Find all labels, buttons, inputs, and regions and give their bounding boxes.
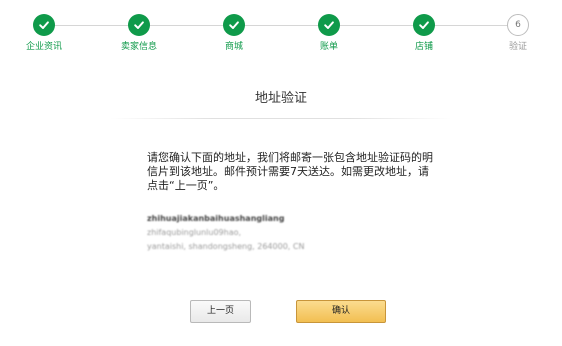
checkmark-icon — [229, 21, 239, 29]
address-line-name: zhihuajiakanbaihuashangliang — [147, 214, 285, 223]
previous-page-button[interactable]: 上一页 — [190, 300, 251, 323]
step-done-circle — [223, 14, 245, 36]
checkmark-icon — [419, 21, 429, 29]
step-label: 店铺 — [414, 42, 433, 52]
step-store: 商城 — [194, 14, 274, 53]
step-seller-info: 卖家信息 — [99, 14, 179, 53]
step-company-info: 企业资讯 — [4, 14, 84, 53]
step-label: 验证 — [508, 42, 527, 52]
progress-stepper: 企业资讯 卖家信息 商城 账单 店铺 6 验证 — [0, 14, 562, 60]
step-done-circle — [318, 14, 340, 36]
step-done-circle — [33, 14, 55, 36]
instruction-text: 请您确认下面的地址，我们将邮寄一张包含地址验证码的明信片到该地址。邮件预计需要7… — [147, 151, 433, 192]
step-label: 企业资讯 — [25, 42, 62, 52]
confirm-button[interactable]: 确认 — [296, 300, 386, 323]
step-done-circle — [128, 14, 150, 36]
step-billing: 账单 — [289, 14, 369, 53]
title-divider — [110, 118, 452, 119]
step-number-circle: 6 — [507, 14, 529, 36]
page-title: 地址验证 — [254, 91, 307, 106]
address-verification-page: 企业资讯 卖家信息 商城 账单 店铺 6 验证 地址验证 请您确认下面的地址，我… — [0, 0, 562, 346]
address-block: zhihuajiakanbaihuashangliang zhifaqubing… — [147, 212, 397, 254]
step-verification: 6 验证 — [478, 14, 558, 53]
step-shop: 店铺 — [384, 14, 464, 53]
step-label: 卖家信息 — [120, 42, 157, 52]
checkmark-icon — [324, 21, 334, 29]
checkmark-icon — [39, 21, 49, 29]
step-label: 商城 — [224, 42, 243, 52]
step-done-circle — [413, 14, 435, 36]
address-line-street: zhifaqubinglunlu09hao, — [147, 228, 242, 237]
address-line-city: yantaishi, shandongsheng, 264000, CN — [147, 242, 305, 251]
checkmark-icon — [134, 21, 144, 29]
step-label: 账单 — [319, 42, 338, 52]
